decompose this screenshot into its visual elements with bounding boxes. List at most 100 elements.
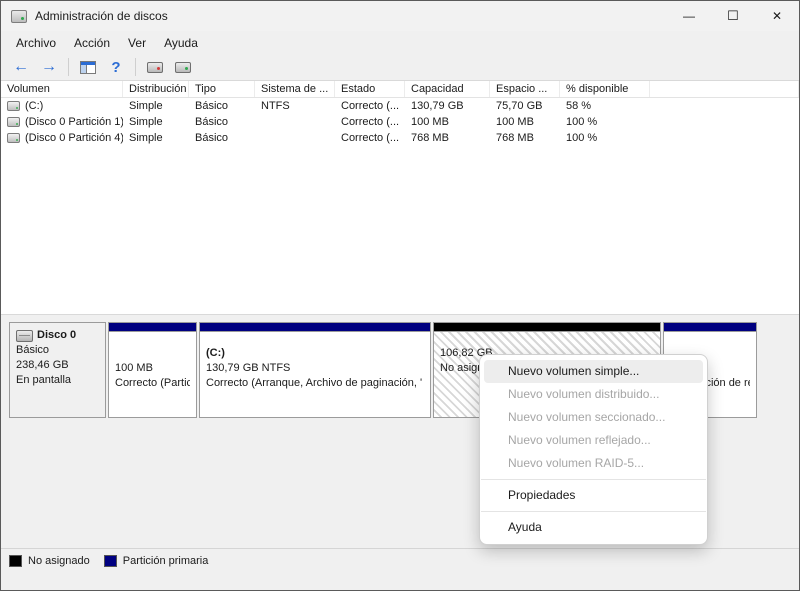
menu-item-nuevo-volumen-reflejado: Nuevo volumen reflejado... bbox=[480, 429, 707, 452]
menu-item-nuevo-volumen-distribuido: Nuevo volumen distribuido... bbox=[480, 383, 707, 406]
cell-capacidad: 130,79 GB bbox=[405, 100, 490, 112]
partition-status: Correcto (Partic bbox=[115, 376, 190, 391]
cell-tipo: Básico bbox=[189, 132, 255, 144]
volume-name-cell: (C:) bbox=[1, 100, 123, 112]
partition-color-bar bbox=[109, 323, 196, 332]
cell-distribucion: Simple bbox=[123, 132, 189, 144]
unallocated-color-bar bbox=[434, 323, 660, 332]
menu-archivo[interactable]: Archivo bbox=[7, 33, 65, 53]
console-tree-button[interactable] bbox=[76, 56, 100, 78]
disk-type: Básico bbox=[16, 343, 99, 358]
volume-list-header: Volumen Distribución Tipo Sistema de ...… bbox=[1, 81, 799, 98]
cell-tipo: Básico bbox=[189, 100, 255, 112]
volume-name: (Disco 0 Partición 1) bbox=[25, 116, 123, 128]
legend-primary-partition: Partición primaria bbox=[104, 555, 209, 567]
legend-label: No asignado bbox=[28, 555, 90, 567]
volume-name-cell: (Disco 0 Partición 4) bbox=[1, 132, 123, 144]
cell-disponible: 100 % bbox=[560, 116, 650, 128]
cell-sistema: NTFS bbox=[255, 100, 335, 112]
volume-icon bbox=[7, 101, 20, 111]
menu-item-propiedades[interactable]: Propiedades bbox=[480, 484, 707, 507]
column-header-sistema[interactable]: Sistema de ... bbox=[255, 81, 335, 97]
volume-row-c[interactable]: (C:) Simple Básico NTFS Correcto (... 13… bbox=[1, 98, 799, 114]
volume-list-pane: Volumen Distribución Tipo Sistema de ...… bbox=[1, 81, 799, 314]
forward-button[interactable]: → bbox=[37, 56, 61, 78]
forward-icon: → bbox=[41, 59, 57, 75]
partition-line1 bbox=[115, 346, 190, 361]
cell-espacio: 75,70 GB bbox=[490, 100, 560, 112]
column-header-distribucion[interactable]: Distribución bbox=[123, 81, 189, 97]
column-header-estado[interactable]: Estado bbox=[335, 81, 405, 97]
primary-partition-swatch bbox=[104, 555, 117, 567]
cell-estado: Correcto (... bbox=[335, 100, 405, 112]
partition-color-bar bbox=[200, 323, 430, 332]
volume-name-cell: (Disco 0 Partición 1) bbox=[1, 116, 123, 128]
context-menu: Nuevo volumen simple... Nuevo volumen di… bbox=[479, 354, 708, 545]
close-button[interactable]: ✕ bbox=[755, 1, 799, 31]
partition-size: 100 MB bbox=[115, 361, 190, 376]
console-tree-icon bbox=[80, 61, 96, 74]
menu-item-nuevo-volumen-simple[interactable]: Nuevo volumen simple... bbox=[484, 360, 703, 383]
volume-name: (Disco 0 Partición 4) bbox=[25, 132, 123, 144]
menu-ver[interactable]: Ver bbox=[119, 33, 155, 53]
menu-separator bbox=[481, 479, 706, 480]
legend-bar: No asignado Partición primaria bbox=[1, 548, 799, 572]
cell-espacio: 768 MB bbox=[490, 132, 560, 144]
column-header-tipo[interactable]: Tipo bbox=[189, 81, 255, 97]
legend-unallocated: No asignado bbox=[9, 555, 90, 567]
volume-name: (C:) bbox=[25, 100, 43, 112]
cell-disponible: 58 % bbox=[560, 100, 650, 112]
partition-efi[interactable]: 100 MB Correcto (Partic bbox=[108, 322, 197, 418]
volume-row-particion1[interactable]: (Disco 0 Partición 1) Simple Básico Corr… bbox=[1, 114, 799, 130]
maximize-button[interactable]: ☐ bbox=[711, 1, 755, 31]
column-header-disponible[interactable]: % disponible bbox=[560, 81, 650, 97]
column-header-filler bbox=[650, 81, 799, 97]
help-button[interactable]: ? bbox=[104, 56, 128, 78]
partition-status: Correcto (Arranque, Archivo de paginació… bbox=[206, 376, 424, 391]
column-header-capacidad[interactable]: Capacidad bbox=[405, 81, 490, 97]
title-bar: Administración de discos — ☐ ✕ bbox=[1, 1, 799, 31]
toolbar-separator bbox=[135, 58, 136, 76]
disk-properties-button[interactable] bbox=[143, 56, 167, 78]
column-header-espacio[interactable]: Espacio ... bbox=[490, 81, 560, 97]
back-icon: ← bbox=[13, 59, 29, 75]
volume-icon bbox=[7, 133, 20, 143]
menu-bar: Archivo Acción Ver Ayuda bbox=[1, 31, 799, 54]
disk-name: Disco 0 bbox=[37, 328, 76, 343]
disk-properties-icon bbox=[147, 62, 163, 73]
column-header-volumen[interactable]: Volumen bbox=[1, 81, 123, 97]
unallocated-swatch bbox=[9, 555, 22, 567]
menu-item-nuevo-volumen-seccionado: Nuevo volumen seccionado... bbox=[480, 406, 707, 429]
disk-size: 238,46 GB bbox=[16, 358, 99, 373]
cell-estado: Correcto (... bbox=[335, 132, 405, 144]
menu-item-nuevo-volumen-raid5: Nuevo volumen RAID-5... bbox=[480, 452, 707, 475]
legend-label: Partición primaria bbox=[123, 555, 209, 567]
minimize-button[interactable]: — bbox=[667, 1, 711, 31]
cell-disponible: 100 % bbox=[560, 132, 650, 144]
window-controls: — ☐ ✕ bbox=[667, 1, 799, 31]
toolbar-separator bbox=[68, 58, 69, 76]
disk-actions-button[interactable] bbox=[171, 56, 195, 78]
partition-c[interactable]: (C:) 130,79 GB NTFS Correcto (Arranque, … bbox=[199, 322, 431, 418]
disk-actions-icon bbox=[175, 62, 191, 73]
disk-drive-icon bbox=[16, 330, 33, 342]
cell-capacidad: 768 MB bbox=[405, 132, 490, 144]
partition-size: 130,79 GB NTFS bbox=[206, 361, 424, 376]
menu-separator bbox=[481, 511, 706, 512]
cell-tipo: Básico bbox=[189, 116, 255, 128]
volume-row-particion4[interactable]: (Disco 0 Partición 4) Simple Básico Corr… bbox=[1, 130, 799, 146]
back-button[interactable]: ← bbox=[9, 56, 33, 78]
menu-accion[interactable]: Acción bbox=[65, 33, 119, 53]
cell-distribucion: Simple bbox=[123, 116, 189, 128]
help-icon: ? bbox=[111, 59, 120, 76]
partition-name: (C:) bbox=[206, 346, 424, 361]
disk-status: En pantalla bbox=[16, 373, 99, 388]
menu-ayuda[interactable]: Ayuda bbox=[155, 33, 207, 53]
partition-color-bar bbox=[664, 323, 756, 332]
menu-item-ayuda[interactable]: Ayuda bbox=[480, 516, 707, 539]
toolbar: ← → ? bbox=[1, 54, 799, 81]
window-title: Administración de discos bbox=[35, 9, 168, 23]
disk-0-header[interactable]: Disco 0 Básico 238,46 GB En pantalla bbox=[9, 322, 106, 418]
app-disk-icon bbox=[11, 10, 27, 23]
volume-icon bbox=[7, 117, 20, 127]
